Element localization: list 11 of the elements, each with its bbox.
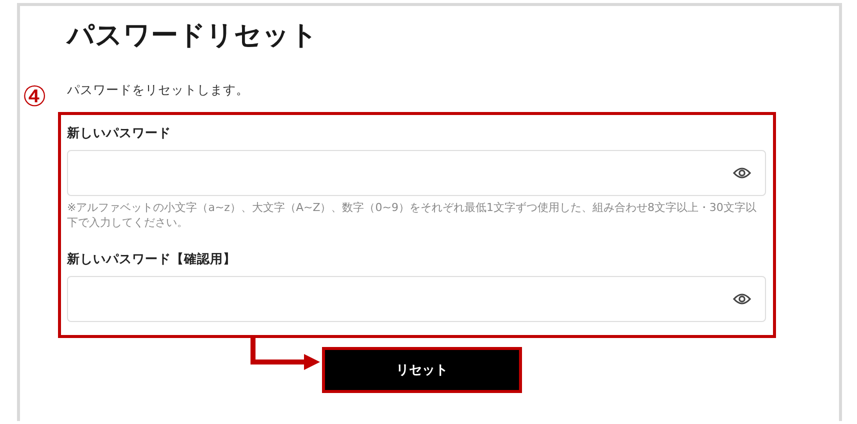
step-number-marker: ④ <box>22 82 48 112</box>
reset-button[interactable]: リセット <box>322 347 522 393</box>
field-label: 新しいパスワード【確認用】 <box>67 250 237 268</box>
password-hint: ※アルファベットの小文字（a~z）、大文字（A~Z）、数字（0~9）をそれぞれ最低1文字ずつ使用した、組み合わせ8文字以上・30文字以下で入力してください。 <box>67 200 758 230</box>
page-title: パスワードリセット <box>67 19 319 53</box>
eye-icon[interactable] <box>733 293 751 305</box>
field-label: 新しいパスワード <box>67 124 172 142</box>
description-text: パスワードをリセットします。 <box>67 82 250 98</box>
eye-icon[interactable] <box>733 167 751 179</box>
password-field[interactable] <box>67 150 766 196</box>
password-field[interactable] <box>67 276 766 322</box>
